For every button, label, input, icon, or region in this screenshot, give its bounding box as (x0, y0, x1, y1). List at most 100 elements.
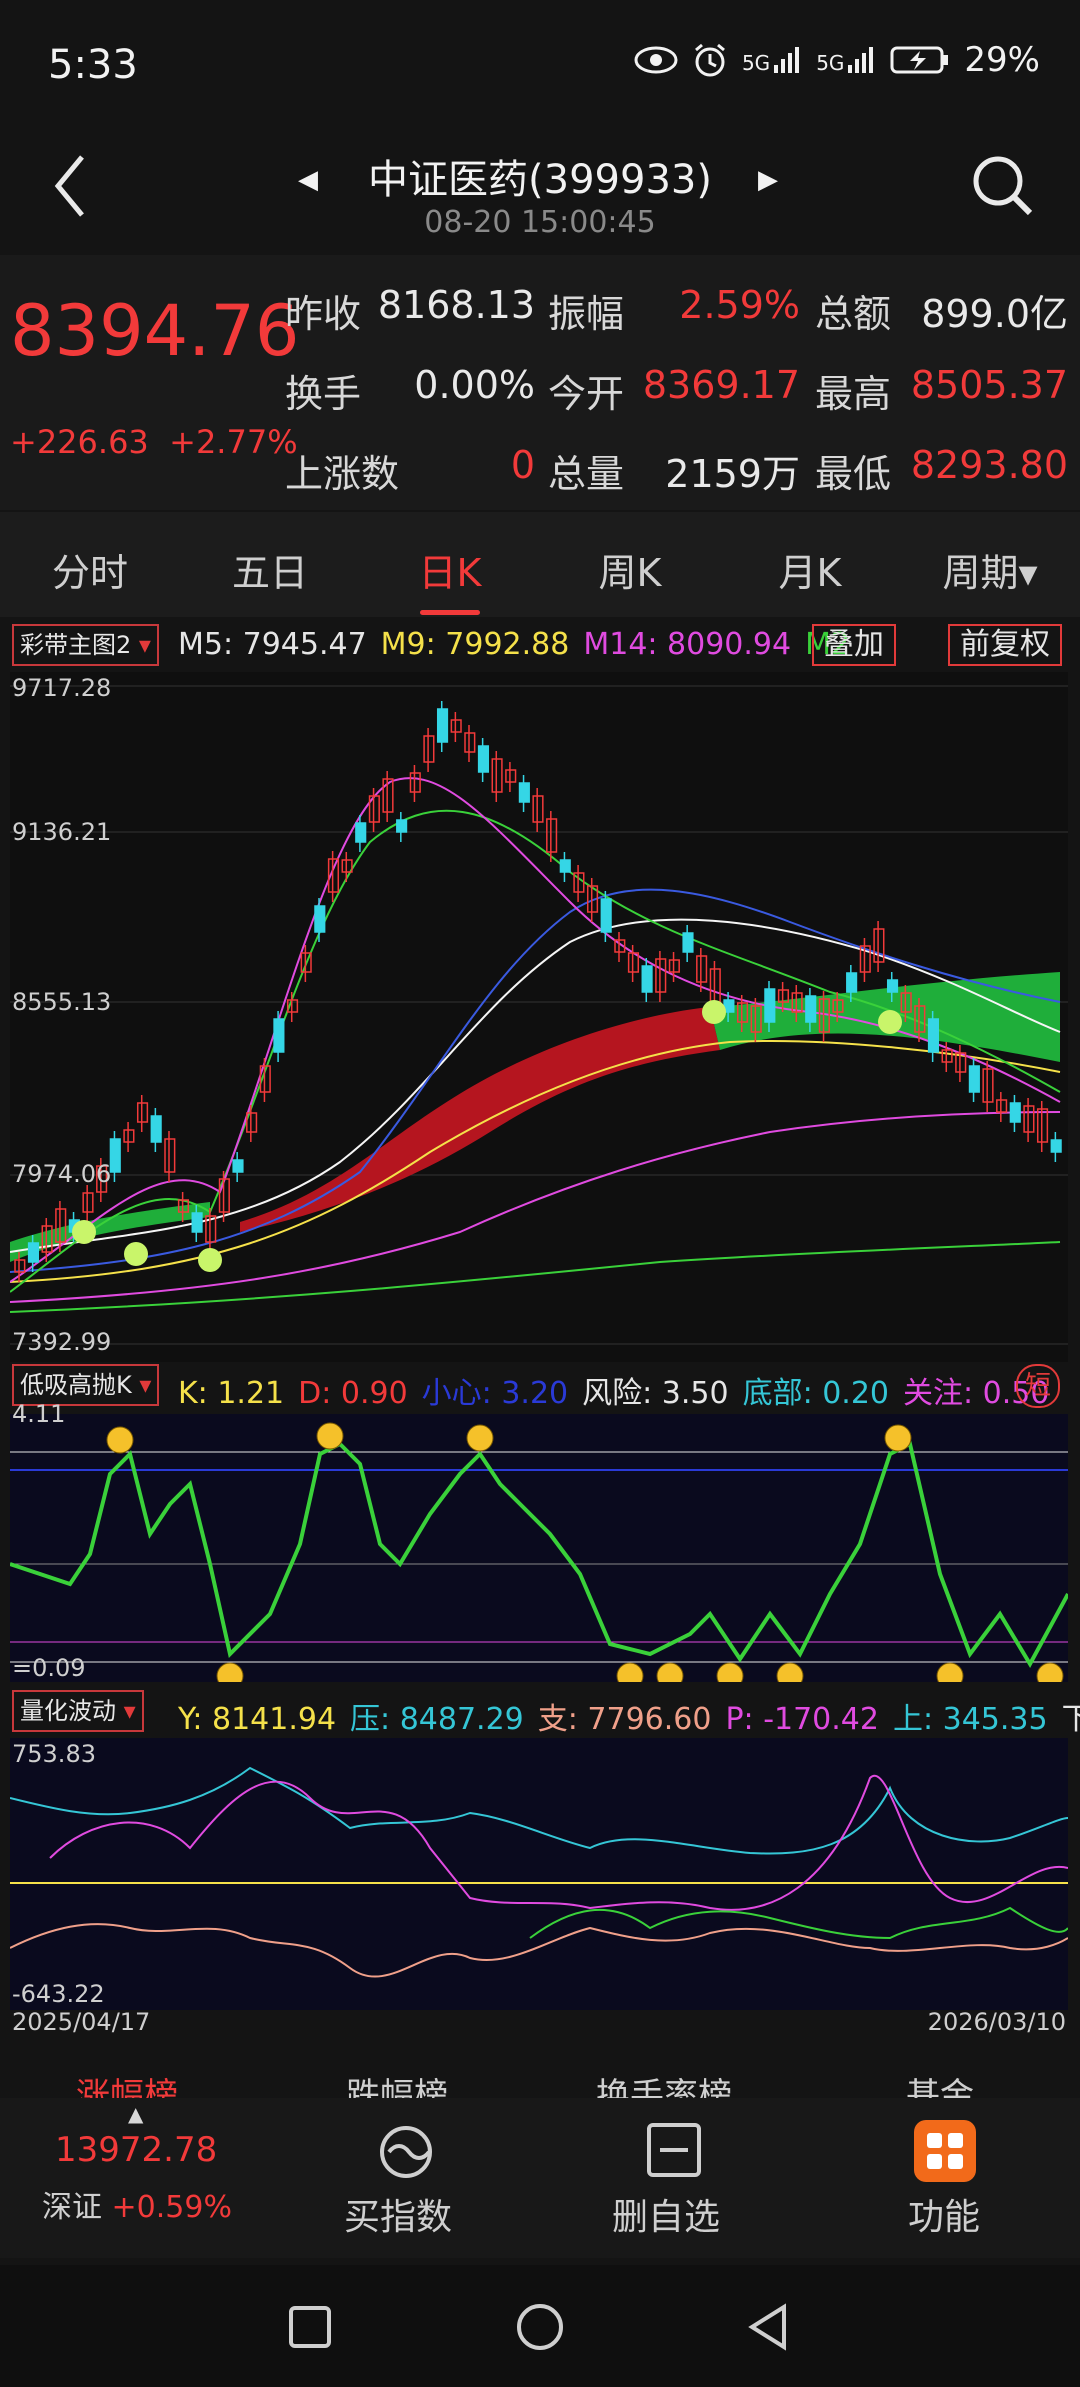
tab-losers[interactable]: 跌幅榜 (346, 2068, 448, 2100)
wave-value: 上: 345.35 (892, 1702, 1048, 1737)
system-nav-bar (0, 2265, 1080, 2387)
signal-5g-icon-2: 5G (816, 45, 876, 75)
wave-value: 下 (1061, 1702, 1080, 1737)
remove-watchlist-label[interactable]: 删自选 (612, 2188, 720, 2240)
quote-label: 总量 (548, 452, 625, 496)
signal-face-icon (106, 1426, 134, 1454)
date-end: 2026/03/10 (927, 2008, 1066, 2036)
active-tab-indicator (420, 610, 480, 615)
candle-body (477, 745, 490, 773)
kdj-indicator-row: 低吸高抛K ▾ K: 1.21 D: 0.90 小心: 3.20 风险: 3.50 底部… (0, 1364, 1080, 1411)
candle-body (600, 898, 612, 933)
kdj-chart[interactable] (10, 1414, 1068, 1682)
function-grid-icon[interactable] (914, 2120, 976, 2182)
y-label-4: 7974.06 (12, 1160, 112, 1188)
wave-value: 支: 7796.60 (537, 1702, 712, 1737)
overlay-button[interactable]: 叠加 (812, 624, 896, 666)
tab-turnover[interactable]: 换手率榜 (596, 2068, 732, 2100)
quote-value: 8168.13 (377, 283, 535, 327)
candle-body (518, 782, 530, 803)
candle-body (886, 979, 899, 993)
tab-intraday[interactable]: 分时 (10, 542, 170, 597)
wave-value: P: -170.42 (725, 1702, 879, 1737)
quote-label: 最低 (815, 452, 892, 496)
home-icon[interactable] (516, 2303, 564, 2351)
tab-weekly-k[interactable]: 周K (550, 542, 710, 597)
battery-charging-icon (890, 46, 949, 74)
candle-body (191, 1212, 203, 1233)
candle-body (150, 1115, 162, 1143)
kdj-y-top: 4.11 (12, 1400, 66, 1428)
wave-y-top: 753.83 (12, 1740, 96, 1768)
quote-value: 0.00% (414, 363, 535, 407)
kdj-y-bottom: =0.09 (12, 1654, 86, 1682)
kdj-value: 底部: 0.20 (742, 1376, 890, 1411)
header: ◀ 中证医药(399933) ▶ 08-20 15:00:45 (0, 135, 1080, 255)
tab-five-day[interactable]: 五日 (190, 542, 350, 597)
short-term-badge[interactable]: 短 (1016, 1364, 1060, 1408)
signal-face-icon (884, 1424, 912, 1452)
buy-index-icon[interactable] (375, 2122, 437, 2182)
ma-value: M5: 7945.47 (178, 627, 367, 662)
stock-title: 中证医药(399933) (368, 157, 712, 203)
remove-watchlist-icon[interactable] (646, 2122, 702, 2178)
quote-label: 上涨数 (285, 452, 400, 496)
kdj-value: 风险: 3.50 (582, 1376, 729, 1411)
period-tabs: 分时 五日 日K 周K 月K 周期▾ (0, 512, 1080, 617)
ranking-tabs: 涨幅榜 跌幅榜 换手率榜 基金 (0, 2040, 1080, 2100)
battery-level: 29% (964, 40, 1040, 80)
candle-body (682, 932, 694, 953)
expand-caret-icon[interactable]: ▲ (128, 2102, 143, 2126)
quote-label: 总额 (815, 292, 892, 336)
price-adjust-button[interactable]: 前复权 (948, 624, 1062, 666)
index-summary[interactable]: 深证 +0.59% (42, 2182, 232, 2226)
signal-face-icon (316, 1422, 344, 1450)
kdj-value: 小心: 3.20 (421, 1376, 569, 1411)
next-stock-icon[interactable]: ▶ (758, 165, 778, 195)
quote-label: 最高 (815, 372, 892, 416)
candle-body (355, 822, 367, 843)
ma-value: M14: 8090.94 (583, 627, 792, 662)
recents-icon[interactable] (288, 2305, 332, 2349)
function-label[interactable]: 功能 (908, 2188, 980, 2240)
candle-body (1050, 1139, 1062, 1153)
buy-index-label[interactable]: 买指数 (344, 2188, 452, 2240)
quote-value: 899.0亿 (921, 292, 1068, 336)
candle-body (559, 859, 571, 873)
y-label-5: 7392.99 (12, 1328, 112, 1356)
main-indicator-selector[interactable]: 彩带主图2 ▾ (12, 624, 159, 666)
bottom-action-bar: ▲ 13972.78 深证 +0.59% 买指数 删自选 功能 (0, 2098, 1080, 2258)
tab-monthly-k[interactable]: 月K (730, 542, 890, 597)
price-change: +226.63 +2.77% (10, 423, 298, 461)
last-price: 8394.76 (10, 290, 300, 372)
wave-value: 压: 8487.29 (350, 1702, 524, 1737)
quote-timestamp: 08-20 15:00:45 (424, 205, 656, 240)
candle-body (27, 1242, 40, 1263)
quote-value: 2.59% (679, 283, 800, 327)
index-value[interactable]: 13972.78 (55, 2130, 217, 2170)
quote-value: 2159万 (665, 452, 800, 496)
eye-icon (634, 46, 678, 74)
kdj-value: K: 1.21 (178, 1376, 285, 1411)
wave-y-bottom: -643.22 (12, 1980, 105, 2008)
tab-gainers[interactable]: 涨幅榜 (76, 2068, 178, 2100)
main-indicator-row: 彩带主图2 ▾ M5: 7945.47 M9: 7992.88 M14: 8090.… (0, 624, 1080, 668)
candle-body (396, 819, 408, 833)
back-nav-icon[interactable] (746, 2303, 790, 2351)
quant-wave-chart[interactable] (10, 1738, 1068, 2010)
quote-panel: 8394.76 +226.63 +2.77% 昨收 8168.13 振幅 2.59% 总… (0, 255, 1080, 510)
tab-period[interactable]: 周期▾ (910, 542, 1070, 597)
tab-daily-k[interactable]: 日K (370, 542, 530, 597)
candlestick-chart[interactable] (10, 672, 1068, 1362)
search-icon[interactable] (970, 153, 1034, 217)
quote-label: 振幅 (548, 292, 625, 336)
quote-label: 今开 (548, 372, 625, 416)
quote-value: 0 (510, 443, 535, 487)
wave-selector[interactable]: 量化波动 ▾ (12, 1690, 144, 1732)
alarm-icon (694, 43, 725, 77)
quote-value: 8505.37 (910, 363, 1068, 407)
candle-body (968, 1065, 980, 1093)
candle-body (764, 988, 776, 1023)
tab-fund[interactable]: 基金 (906, 2068, 974, 2100)
y-label-3: 8555.13 (12, 988, 112, 1016)
